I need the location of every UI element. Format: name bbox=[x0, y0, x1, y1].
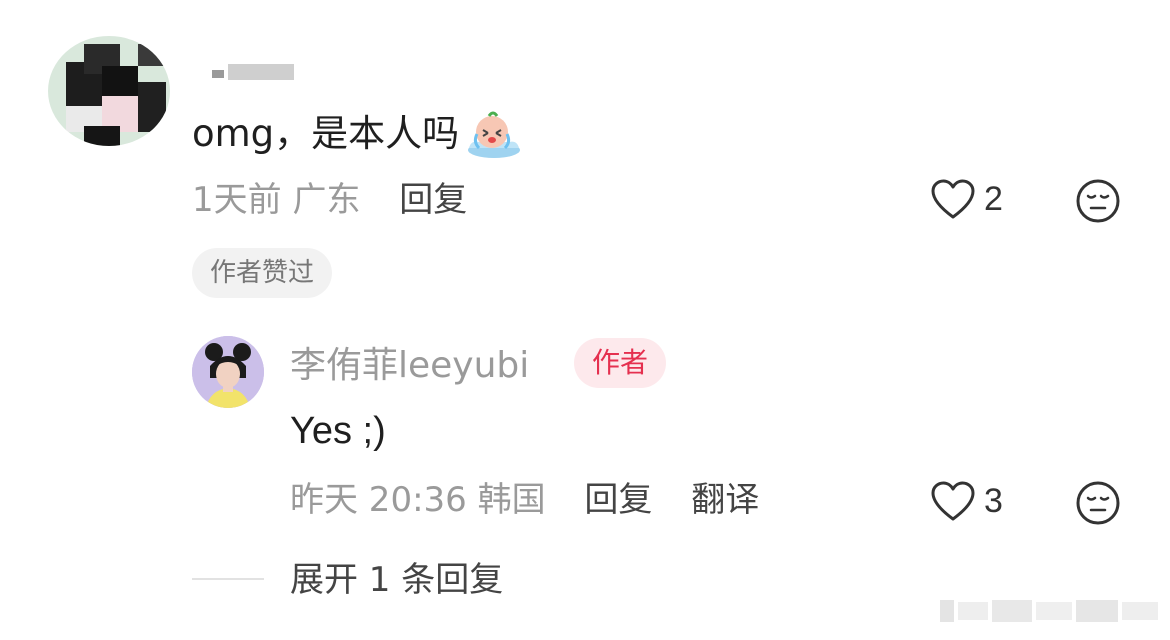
heart-outline-icon bbox=[931, 481, 975, 521]
reply-text: Yes ;) bbox=[290, 410, 386, 452]
reply-meta: 昨天 20:36 韩国 回复 翻译 bbox=[290, 480, 759, 520]
crying-face-emoji-icon bbox=[465, 110, 523, 158]
author-name[interactable]: 李侑菲leeyubi bbox=[290, 344, 529, 388]
author-badge: 作者 bbox=[574, 338, 667, 388]
reply-like-count: 3 bbox=[984, 481, 1003, 520]
reply-translate-button[interactable]: 翻译 bbox=[691, 480, 759, 520]
watermark-redacted bbox=[940, 598, 1160, 624]
comment-like-count: 2 bbox=[984, 179, 1003, 218]
comment-time-location: 1天前 广东 bbox=[192, 180, 361, 220]
meh-face-icon bbox=[1076, 179, 1120, 223]
author-liked-tag: 作者赞过 bbox=[192, 248, 333, 298]
commenter-avatar[interactable] bbox=[48, 36, 170, 146]
meh-face-icon bbox=[1076, 481, 1120, 525]
commenter-username-redacted[interactable] bbox=[212, 62, 296, 82]
author-avatar[interactable] bbox=[192, 336, 264, 408]
expand-divider bbox=[192, 578, 264, 580]
reply-like-button[interactable]: 3 bbox=[930, 480, 1003, 522]
comment-text: omg，是本人吗 bbox=[192, 110, 523, 158]
heart-outline-icon bbox=[931, 179, 975, 219]
reply-reply-button[interactable]: 回复 bbox=[584, 480, 652, 520]
expand-replies-button[interactable]: 展开 1 条回复 bbox=[290, 560, 503, 600]
comment-meta: 1天前 广东 回复 bbox=[192, 180, 467, 220]
reply-dislike-button[interactable] bbox=[1075, 480, 1121, 530]
reply-time-location: 昨天 20:36 韩国 bbox=[290, 480, 546, 520]
comment-dislike-button[interactable] bbox=[1075, 178, 1121, 228]
comment-reply-button[interactable]: 回复 bbox=[399, 180, 467, 220]
comment-like-button[interactable]: 2 bbox=[930, 178, 1003, 220]
